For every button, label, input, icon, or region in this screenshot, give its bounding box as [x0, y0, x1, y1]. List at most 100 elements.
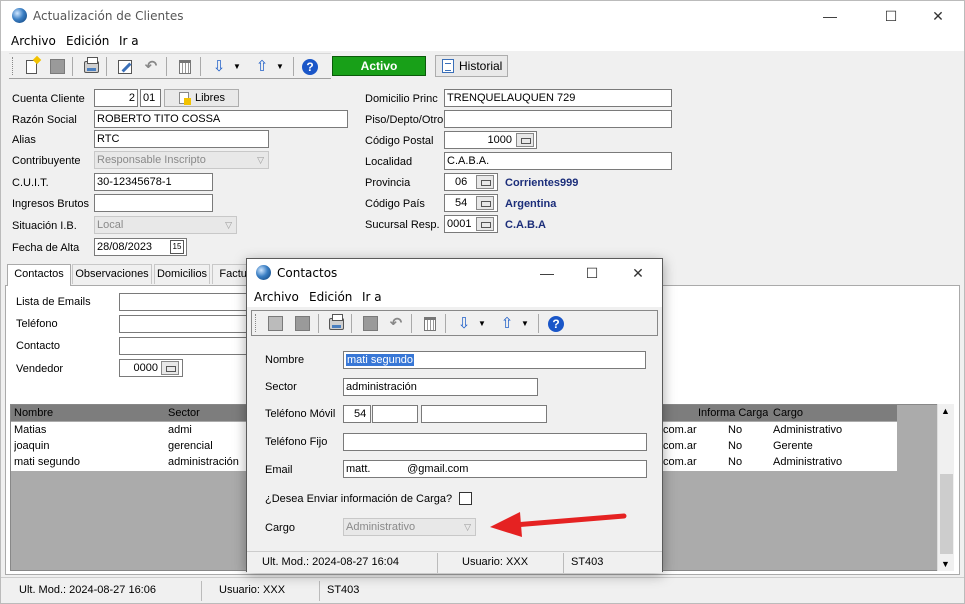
tab-domicilios[interactable]: Domicilios — [154, 264, 210, 284]
menu-ir-a[interactable]: Ir a — [119, 34, 139, 48]
fecha-alta-field[interactable]: 28/08/2023 15 — [94, 238, 187, 256]
provincia-lookup-button[interactable] — [476, 175, 494, 189]
codigo-postal-label: Código Postal — [365, 135, 434, 147]
vendedor-lookup-button[interactable] — [161, 361, 179, 375]
cuenta-cliente-sub-field[interactable]: 01 — [140, 89, 161, 107]
tab-contactos[interactable]: Contactos — [7, 264, 71, 286]
dialog-nombre-field[interactable]: mati segundo — [343, 351, 646, 369]
grid-cell-email[interactable]: com.ar — [663, 424, 697, 436]
menu-edicion[interactable]: Edición — [66, 34, 109, 48]
dialog-menu-edicion[interactable]: Edición — [309, 290, 352, 304]
grid-cell-sector[interactable]: gerencial — [168, 440, 213, 452]
dialog-menu-archivo[interactable]: Archivo — [254, 290, 299, 304]
scroll-down-icon[interactable]: ▼ — [941, 559, 950, 569]
piso-field[interactable] — [444, 110, 672, 128]
dialog-sector-field[interactable]: administración — [343, 378, 538, 396]
grid-header-informa-carga[interactable]: Informa Carga — [698, 405, 768, 421]
localidad-field[interactable]: C.A.B.A. — [444, 152, 672, 170]
grid-cell-nombre[interactable]: mati segundo — [14, 456, 80, 468]
menu-archivo[interactable]: Archivo — [11, 34, 56, 48]
contacto-field[interactable] — [119, 337, 254, 355]
alias-field[interactable]: RTC — [94, 130, 269, 148]
undo-button[interactable]: ↶ — [141, 57, 161, 76]
grid-cell-cargo[interactable]: Gerente — [773, 440, 813, 452]
next-record-button[interactable]: ⇩ — [209, 57, 229, 76]
dialog-telefono-movil-area-field[interactable] — [372, 405, 418, 423]
libres-button[interactable]: Libres — [164, 89, 239, 107]
codigo-postal-lookup-button[interactable] — [516, 133, 534, 147]
maximize-button[interactable]: ☐ — [869, 5, 913, 27]
help-button[interactable]: ? — [300, 57, 320, 76]
lista-emails-field[interactable] — [119, 293, 254, 311]
scroll-up-icon[interactable]: ▲ — [941, 406, 950, 416]
dialog-edit-button[interactable] — [360, 314, 380, 333]
situacion-ib-select[interactable]: Local ▽ — [94, 216, 237, 234]
dialog-maximize-button[interactable]: ☐ — [570, 262, 614, 284]
close-button[interactable]: ✕ — [916, 5, 960, 27]
dialog-save-button[interactable] — [292, 314, 312, 333]
historial-button[interactable]: Historial — [435, 55, 508, 77]
dialog-next-button[interactable]: ⇩ — [454, 314, 474, 333]
dialog-email-field[interactable]: matt. @gmail.com — [343, 460, 647, 478]
domicilio-field[interactable]: TRENQUELAUQUEN 729 — [444, 89, 672, 107]
codigo-pais-lookup-button[interactable] — [476, 196, 494, 210]
caret-down-icon: ▼ — [478, 319, 486, 328]
minimize-button[interactable]: — — [808, 5, 852, 27]
dialog-previous-dropdown-button[interactable]: ▼ — [518, 314, 532, 333]
grid-cell-email[interactable]: com.ar — [663, 440, 697, 452]
grid-vertical-scrollbar[interactable]: ▲ ▼ — [937, 404, 954, 571]
dialog-telefono-fijo-field[interactable] — [343, 433, 647, 451]
dialog-delete-button[interactable] — [420, 314, 440, 333]
next-dropdown-button[interactable]: ▼ — [230, 57, 244, 76]
grid-cell-sector[interactable]: admi — [168, 424, 192, 436]
dialog-previous-button[interactable]: ⇧ — [497, 314, 517, 333]
grid-cell-informa[interactable]: No — [728, 456, 742, 468]
dialog-next-dropdown-button[interactable]: ▼ — [475, 314, 489, 333]
status-activo-button[interactable]: Activo — [332, 56, 426, 76]
dialog-menu-ir-a[interactable]: Ir a — [362, 290, 382, 304]
previous-dropdown-button[interactable]: ▼ — [273, 57, 287, 76]
grid-cell-cargo[interactable]: Administrativo — [773, 424, 842, 436]
delete-button[interactable] — [175, 57, 195, 76]
calendar-icon[interactable]: 15 — [170, 240, 184, 254]
toolbar-grip[interactable] — [12, 57, 15, 75]
dialog-minimize-button[interactable]: — — [525, 262, 569, 284]
grid-header-cargo[interactable]: Cargo — [773, 405, 803, 421]
dialog-enviar-carga-checkbox[interactable] — [459, 492, 472, 505]
grid-header-sector[interactable]: Sector — [168, 405, 200, 421]
tab-observaciones[interactable]: Observaciones — [72, 264, 152, 284]
dialog-telefono-movil-code-field[interactable]: 54 — [343, 405, 371, 423]
grid-cell-email[interactable]: com.ar — [663, 456, 697, 468]
scroll-thumb[interactable] — [940, 474, 953, 554]
dialog-cargo-select[interactable]: Administrativo ▽ — [343, 518, 476, 536]
cuenta-cliente-field[interactable]: 2 — [94, 89, 138, 107]
grid-cell-informa[interactable]: No — [728, 424, 742, 436]
save-button[interactable] — [47, 57, 67, 76]
ingresos-brutos-field[interactable] — [94, 194, 213, 212]
grid-cell-informa[interactable]: No — [728, 440, 742, 452]
dialog-telefono-movil-number-field[interactable] — [421, 405, 547, 423]
new-document-icon — [25, 59, 37, 74]
dialog-print-button[interactable] — [326, 313, 346, 333]
print-button[interactable] — [81, 56, 101, 76]
grid-cell-cargo[interactable]: Administrativo — [773, 456, 842, 468]
dialog-help-button[interactable]: ? — [546, 314, 566, 333]
sucursal-lookup-button[interactable] — [476, 217, 494, 231]
dialog-new-button[interactable] — [265, 314, 285, 333]
new-button[interactable] — [21, 57, 41, 76]
grid-cell-nombre[interactable]: joaquin — [14, 440, 49, 452]
toolbar-grip[interactable] — [255, 314, 258, 332]
grid-cell-nombre[interactable]: Matias — [14, 424, 46, 436]
grid-cell-sector[interactable]: administración — [168, 456, 239, 468]
grid-header-nombre[interactable]: Nombre — [14, 405, 53, 421]
previous-record-button[interactable]: ⇧ — [252, 57, 272, 76]
cuit-field[interactable]: 30-12345678-1 — [94, 173, 213, 191]
chevron-down-icon: ▽ — [464, 522, 471, 532]
status-separator — [319, 581, 320, 601]
dialog-undo-button[interactable]: ↶ — [386, 314, 406, 333]
razon-social-field[interactable]: ROBERTO TITO COSSA — [94, 110, 348, 128]
dialog-close-button[interactable]: ✕ — [616, 262, 660, 284]
contribuyente-select[interactable]: Responsable Inscripto ▽ — [94, 151, 269, 169]
telefono-field[interactable] — [119, 315, 254, 333]
edit-button[interactable] — [115, 57, 135, 76]
